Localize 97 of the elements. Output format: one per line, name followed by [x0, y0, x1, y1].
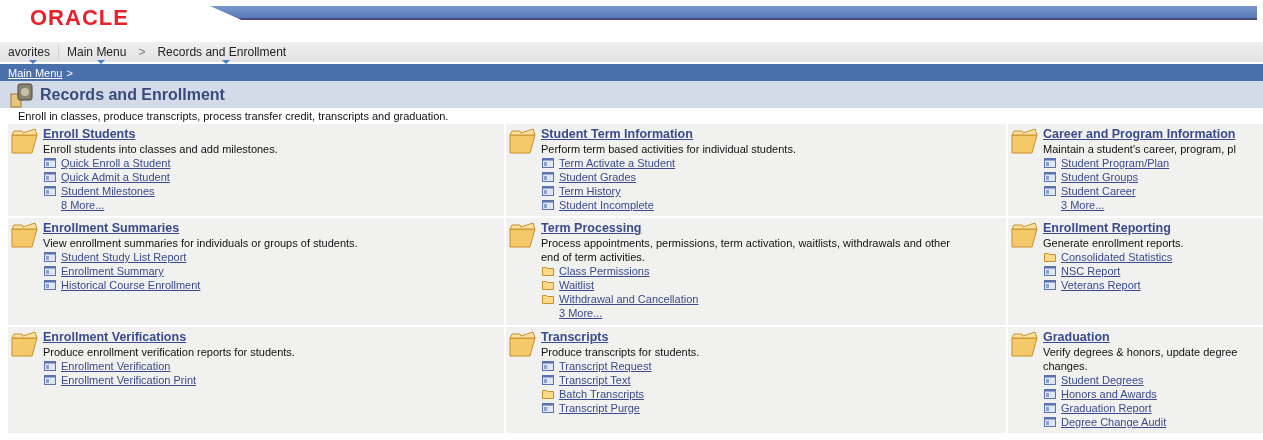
breadcrumb-link[interactable]: Main Menu	[8, 66, 63, 79]
folder-icon	[1044, 252, 1056, 262]
section-description: Generate enrollment reports.	[1043, 236, 1184, 250]
menu-link[interactable]: Student Grades	[559, 170, 637, 184]
folder-icon	[1010, 221, 1038, 249]
folder-icon	[1010, 330, 1038, 358]
page-icon	[44, 186, 56, 196]
menu-link[interactable]: NSC Report	[1061, 264, 1121, 278]
folder-icon	[508, 127, 536, 155]
page-icon	[44, 172, 56, 182]
page-icon	[542, 200, 554, 210]
folder-icon	[1010, 127, 1038, 155]
section-description: changes.	[1043, 359, 1089, 373]
page-icon	[542, 403, 554, 413]
menu-link[interactable]: Waitlist	[559, 278, 595, 292]
folder-icon	[542, 294, 554, 304]
folder-icon	[542, 280, 554, 290]
section-description: Enroll students into classes and add milestones.	[43, 142, 278, 156]
menu-link[interactable]: Enrollment Verification	[61, 359, 171, 373]
menu-link[interactable]: Student Program/Plan	[1061, 156, 1170, 170]
section-description: Produce enrollment verification reports for students.	[43, 345, 295, 359]
page-icon	[542, 361, 554, 371]
menu-link[interactable]: Transcript Text	[559, 373, 631, 387]
menu-link[interactable]: Quick Admit a Student	[61, 170, 170, 184]
menu-link[interactable]: Consolidated Statistics	[1061, 250, 1173, 264]
menu-link[interactable]: Term Activate a Student	[559, 156, 676, 170]
menu-link[interactable]: Student Incomplete	[559, 198, 654, 212]
menu-link[interactable]: Term History	[559, 184, 621, 198]
section-description: Perform term based activities for individual students.	[541, 142, 796, 156]
menu-link[interactable]: Historical Course Enrollment	[61, 278, 201, 292]
breadcrumb-separator: >	[137, 45, 147, 59]
folder-icon	[10, 330, 38, 358]
page-icon	[542, 186, 554, 196]
menu-link[interactable]: 3 More...	[1061, 198, 1105, 212]
menu-link[interactable]: Batch Transcripts	[559, 387, 644, 401]
menu-link[interactable]: Quick Enroll a Student	[61, 156, 171, 170]
page-icon	[1044, 389, 1056, 399]
folder-icon	[10, 221, 38, 249]
page-icon	[1044, 403, 1056, 413]
section-description: Process appointments, permissions, term activation, waitlists, withdrawals and other	[541, 236, 950, 250]
documents-icon	[10, 81, 36, 108]
section-link[interactable]: Term Processing	[541, 221, 950, 236]
menu-link[interactable]: Student Career	[1061, 184, 1136, 198]
page-icon	[1044, 417, 1056, 427]
section-description: Produce transcripts for students.	[541, 345, 700, 359]
folder-icon	[508, 221, 536, 249]
menu-link[interactable]: Enrollment Summary	[61, 264, 164, 278]
folder-icon	[10, 127, 38, 155]
section-link[interactable]: Career and Program Information	[1043, 127, 1236, 142]
menu-link[interactable]: Student Degrees	[1061, 373, 1144, 387]
page-icon	[44, 252, 56, 262]
page-icon	[542, 158, 554, 168]
menu-link[interactable]: Honors and Awards	[1061, 387, 1157, 401]
folder-icon	[542, 389, 554, 399]
section-link[interactable]: Enrollment Reporting	[1043, 221, 1184, 236]
folder-icon	[542, 266, 554, 276]
page-icon	[44, 375, 56, 385]
folder-icon	[508, 330, 536, 358]
section-description: View enrollment summaries for individuals or groups of students.	[43, 236, 358, 250]
page-title: Records and Enrollment	[40, 85, 225, 104]
section-link[interactable]: Student Term Information	[541, 127, 796, 142]
section-link[interactable]: Transcripts	[541, 330, 700, 345]
page-description: Enroll in classes, produce transcripts, process transfer credit, transcripts and graduation.	[17, 109, 450, 124]
page-icon	[44, 266, 56, 276]
page-icon	[44, 361, 56, 371]
section-description: end of term activities.	[541, 250, 646, 264]
section-link[interactable]: Graduation	[1043, 330, 1238, 345]
page-icon	[1044, 280, 1056, 290]
page-icon	[1044, 172, 1056, 182]
page-icon	[44, 280, 56, 290]
menu-link[interactable]: Transcript Request	[559, 359, 652, 373]
menu-link[interactable]: Student Milestones	[61, 184, 155, 198]
menu-link[interactable]: 8 More...	[61, 198, 105, 212]
page-icon	[1044, 158, 1056, 168]
menu-link[interactable]: 3 More...	[559, 306, 603, 320]
menu-link[interactable]: Graduation Report	[1061, 401, 1152, 415]
section-description: Verify degrees & honors, update degree	[1043, 345, 1238, 359]
page-icon	[542, 172, 554, 182]
oracle-logo: ORACLE	[29, 4, 130, 31]
menu-link[interactable]: Transcript Purge	[559, 401, 640, 415]
menu-link[interactable]: Class Permissions	[559, 264, 650, 278]
page-icon	[1044, 375, 1056, 385]
menu-link[interactable]: Veterans Report	[1061, 278, 1141, 292]
page-icon	[1044, 186, 1056, 196]
section-link[interactable]: Enrollment Summaries	[43, 221, 358, 236]
menu-link[interactable]: Enrollment Verification Print	[61, 373, 197, 387]
page-icon	[44, 158, 56, 168]
menu-link[interactable]: Student Groups	[1061, 170, 1139, 184]
section-link[interactable]: Enroll Students	[43, 127, 278, 142]
section-description: Maintain a student's career, program, pl	[1043, 142, 1236, 156]
page-icon	[1044, 266, 1056, 276]
menu-link[interactable]: Student Study List Report	[61, 250, 187, 264]
page-icon	[542, 375, 554, 385]
breadcrumb-separator: >	[66, 66, 73, 79]
menu-link[interactable]: Withdrawal and Cancellation	[559, 292, 699, 306]
menu-link[interactable]: Degree Change Audit	[1061, 415, 1167, 429]
section-link[interactable]: Enrollment Verifications	[43, 330, 295, 345]
